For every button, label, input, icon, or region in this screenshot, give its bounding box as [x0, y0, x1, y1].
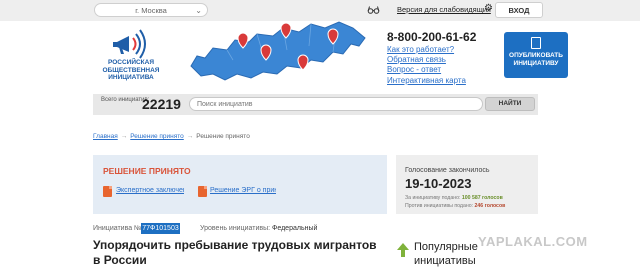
faq-link[interactable]: Вопрос - ответ [387, 65, 441, 74]
breadcrumb-decision[interactable]: Решение принято [130, 133, 184, 140]
votes-against-label: Против инициативы подано: [405, 203, 474, 209]
decision-panel: РЕШЕНИЕ ПРИНЯТО Экспертное заключение Ре… [93, 155, 387, 214]
initiative-number-label: Инициатива № [93, 225, 142, 232]
city-select-value: г. Москва [135, 6, 167, 15]
expert-conclusion-link[interactable]: Экспертное заключение [116, 187, 184, 194]
erg-decision-link[interactable]: Решение ЭРГ о принятии [210, 187, 276, 194]
page: г. Москва ⌄ Версия для слабовидящих ⚙ ВХ… [0, 0, 640, 272]
votes-for: За инициативу подано: 100 587 голосов [405, 195, 503, 201]
publish-initiative-button[interactable]: ОПУБЛИКОВАТЬ ИНИЦИАТИВУ [504, 32, 568, 78]
breadcrumb-current: Решение принято [196, 133, 250, 140]
feedback-link[interactable]: Обратная связь [387, 55, 446, 64]
breadcrumb: Главная → Решение принято → Решение принято [93, 133, 250, 140]
bulb-icon [397, 243, 409, 257]
gear-icon[interactable]: ⚙ [484, 3, 493, 14]
votes-against-value: 246 голосов [474, 203, 506, 209]
city-select[interactable]: г. Москва ⌄ [94, 3, 208, 17]
voting-panel: Голосование закончилось 19-10-2023 За ин… [396, 155, 538, 214]
initiative-level: Уровень инициативы: Федеральный [200, 225, 317, 232]
search-bar: Всего инициатив: 22219 НАЙТИ [93, 94, 538, 115]
initiative-level-label: Уровень инициативы: [200, 225, 271, 232]
watermark: YAPLAKAL.COM [478, 234, 588, 249]
voting-ended-label: Голосование закончилось [405, 167, 490, 174]
votes-against: Против инициативы подано: 246 голосов [405, 203, 505, 209]
initiative-title: Упорядочить пребывание трудовых мигранто… [93, 238, 377, 267]
initiative-level-value: Федеральный [272, 225, 318, 232]
breadcrumb-separator: → [120, 133, 128, 140]
pdf-icon [103, 186, 112, 197]
hotline-phone[interactable]: 8-800-200-61-62 [387, 30, 476, 44]
votes-for-value: 100 587 голосов [461, 195, 503, 201]
breadcrumb-separator: → [186, 133, 194, 140]
russia-map-image[interactable] [183, 16, 371, 86]
glasses-icon[interactable] [367, 3, 380, 16]
search-button[interactable]: НАЙТИ [485, 97, 535, 111]
login-button[interactable]: ВХОД [495, 2, 543, 18]
pdf-icon [198, 186, 207, 197]
initiative-number-badge: 77Ф101503 [141, 223, 180, 234]
document-icon [531, 37, 541, 49]
how-it-works-link[interactable]: Как это работает? [387, 45, 454, 54]
logo-text: РОССИЙСКАЯ ОБЩЕСТВЕННАЯ ИНИЦИАТИВА [102, 59, 160, 81]
total-initiatives-count: 22219 [142, 96, 181, 112]
megaphone-logo-icon[interactable] [107, 28, 155, 60]
breadcrumb-home[interactable]: Главная [93, 133, 118, 140]
search-input[interactable] [189, 97, 483, 111]
decision-title: РЕШЕНИЕ ПРИНЯТО [103, 166, 191, 176]
interactive-map-link[interactable]: Интерактивная карта [387, 76, 466, 85]
voting-end-date: 19-10-2023 [405, 176, 472, 191]
votes-for-label: За инициативу подано: [405, 195, 461, 201]
publish-button-label: ОПУБЛИКОВАТЬ ИНИЦИАТИВУ [509, 52, 563, 67]
vision-version-link[interactable]: Версия для слабовидящих [397, 5, 491, 14]
